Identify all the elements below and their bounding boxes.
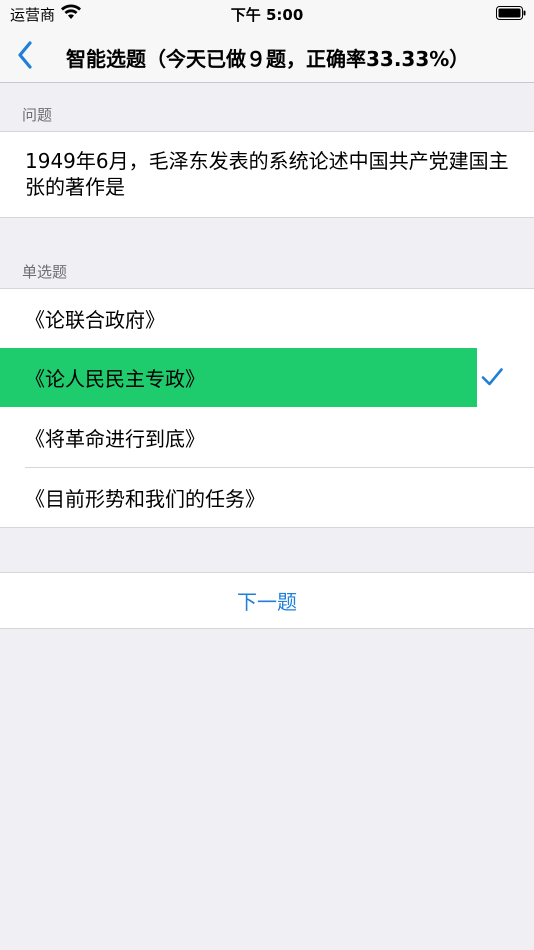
next-question-button[interactable]: 下一题 (0, 572, 534, 629)
option-label: 《将革命进行到底》 (25, 427, 205, 451)
battery-icon (496, 6, 526, 20)
option-item[interactable]: 《目前形势和我们的任务》 (0, 468, 534, 527)
back-button[interactable] (10, 38, 40, 72)
options-list: 《论联合政府》 《论人民民主专政》 《将革命进行到底》 《目前形势和我们的任务》 (0, 288, 534, 528)
option-item[interactable]: 《论联合政府》 (0, 289, 534, 348)
option-label: 《论联合政府》 (25, 308, 165, 332)
question-section-header: 问题 (22, 106, 53, 124)
options-section-header: 单选题 (22, 263, 68, 281)
next-question-label: 下一题 (237, 590, 297, 614)
option-item-selected[interactable]: 《论人民民主专政》 (0, 348, 534, 407)
checkmark-icon (481, 368, 503, 386)
option-item[interactable]: 《将革命进行到底》 (0, 408, 534, 467)
page-title: 智能选题（今天已做９题，正确率33.33%） (66, 47, 470, 71)
question-card: 1949年6月，毛泽东发表的系统论述中国共产党建国主张的著作是 (0, 131, 534, 218)
status-time: 下午 5:00 (230, 6, 304, 24)
navigation-bar: 智能选题（今天已做９题，正确率33.33%） (0, 28, 534, 83)
option-label: 《目前形势和我们的任务》 (25, 487, 265, 511)
question-text: 1949年6月，毛泽东发表的系统论述中国共产党建国主张的著作是 (25, 149, 509, 199)
status-bar: 运营商 下午 5:00 (0, 0, 534, 28)
option-label: 《论人民民主专政》 (25, 367, 205, 391)
chevron-left-icon (18, 41, 32, 69)
